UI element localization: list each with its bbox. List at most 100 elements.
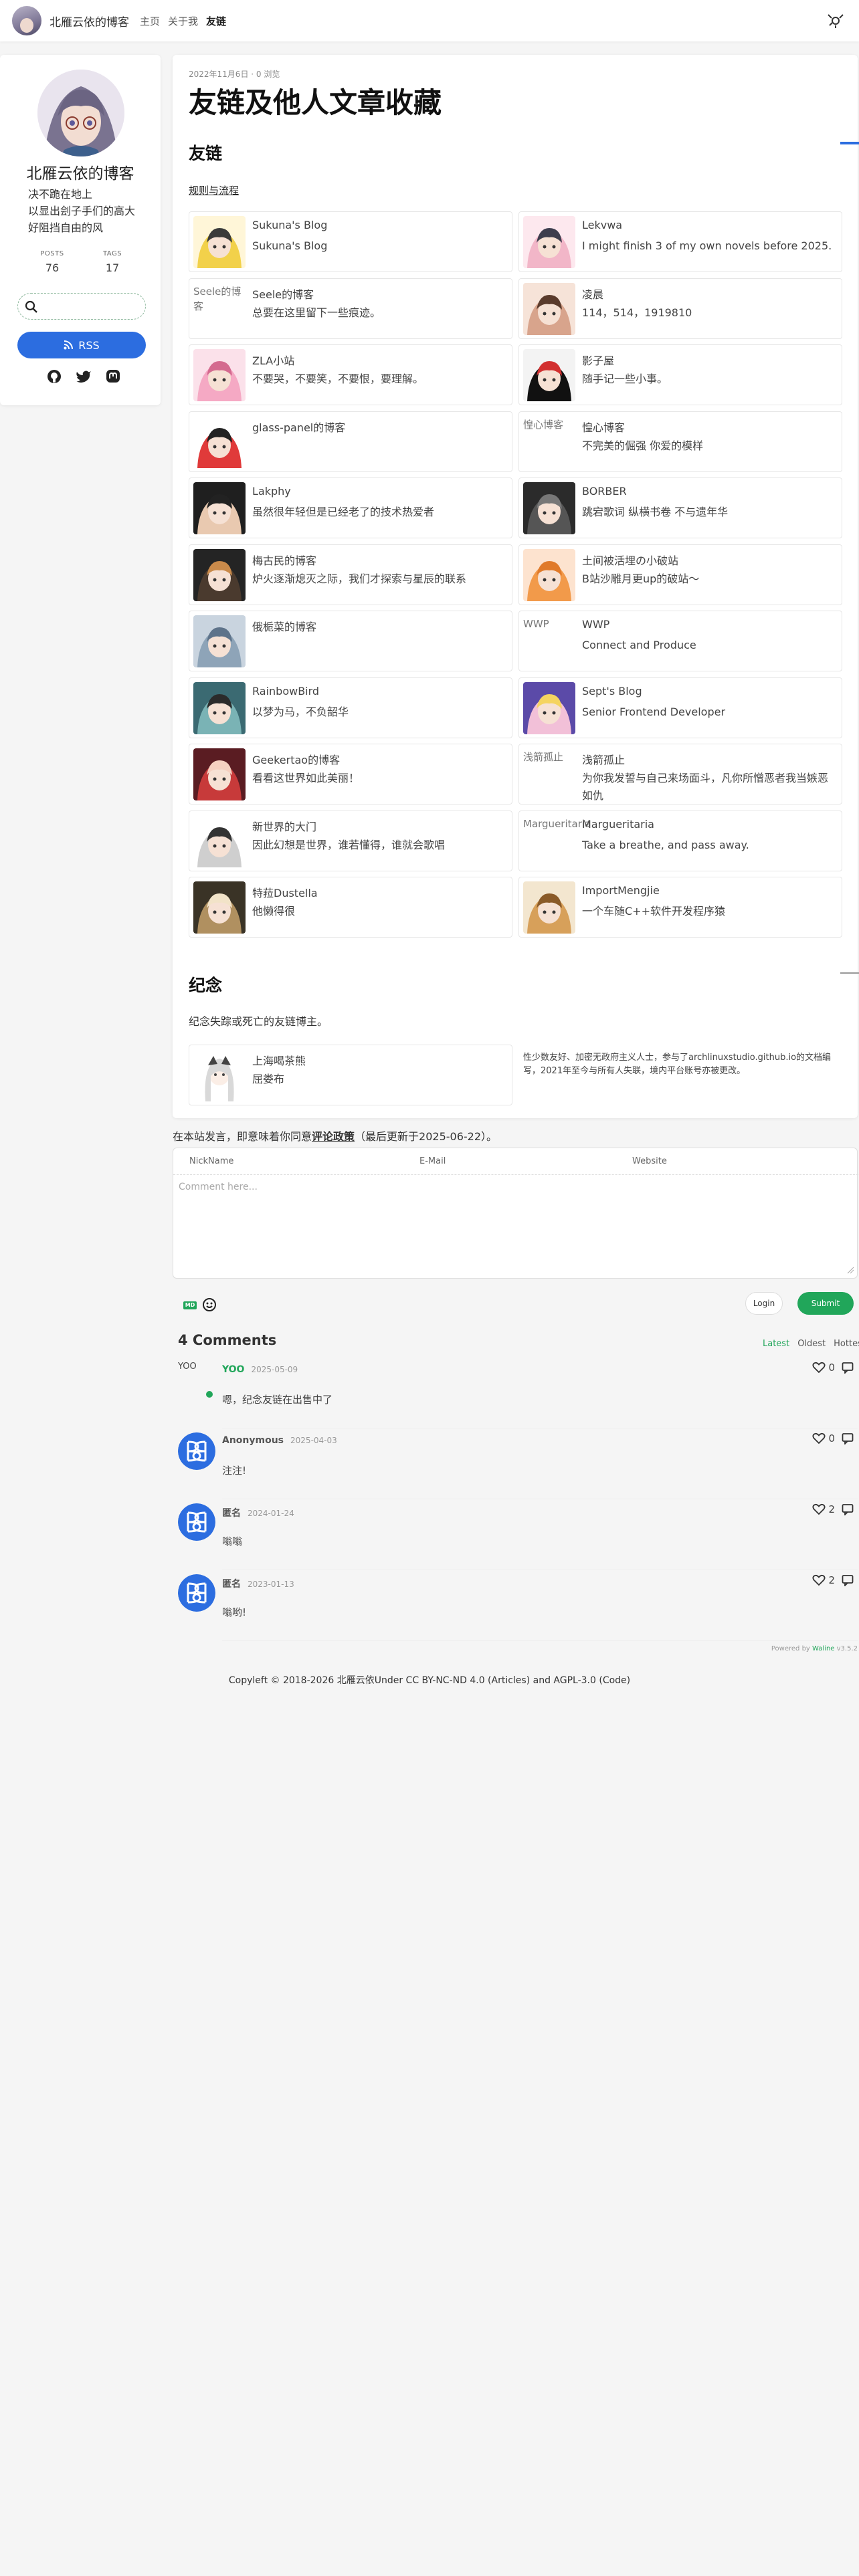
comment-policy-link[interactable]: 评论政策	[312, 1130, 355, 1143]
friend-card[interactable]: 新世界的大门 因此幻想是世界，谁若懂得，谁就会歌唱	[189, 810, 512, 871]
rss-icon	[64, 340, 74, 350]
stat-value: 17	[105, 261, 120, 274]
nav-about[interactable]: 关于我	[168, 14, 198, 28]
sort-oldest[interactable]: Oldest	[797, 1339, 826, 1349]
powered-by: Powered by Waline v3.5.2	[771, 1645, 858, 1652]
comment-author: 匿名 2023-01-13	[222, 1577, 294, 1590]
like-count: 2	[828, 1574, 835, 1586]
friend-desc: 他懒得很	[252, 905, 296, 918]
resize-handle-icon[interactable]	[846, 1266, 854, 1274]
friend-avatar	[193, 216, 246, 268]
memorial-note: 性少数友好、加密无政府主义人士，参与了archlinuxstudio.githu…	[523, 1053, 832, 1076]
like-count: 0	[828, 1362, 835, 1374]
bio-line: 决不跪在地上	[28, 188, 93, 201]
friend-card[interactable]: RainbowBird 以梦为马，不负韶华	[189, 677, 512, 738]
reply-icon[interactable]	[842, 1503, 854, 1515]
login-button[interactable]: Login	[745, 1292, 783, 1315]
stat-posts[interactable]: POSTS 76	[32, 250, 72, 274]
friend-card[interactable]: Seele的博客 Seele的博客 总要在这里留下一些痕迹。	[189, 278, 512, 339]
nav-home[interactable]: 主页	[140, 14, 160, 28]
friend-avatar	[193, 548, 246, 601]
comment-nick[interactable]: 匿名	[222, 1579, 241, 1590]
reply-icon[interactable]	[842, 1362, 854, 1374]
friend-avatar	[523, 681, 575, 734]
friend-desc: 114，514，1919810	[582, 306, 692, 319]
friend-card[interactable]: Sept's Blog Senior Frontend Developer	[518, 677, 842, 738]
comment-editor: NickName E-Mail Website Comment here...	[173, 1148, 858, 1279]
friend-avatar	[193, 881, 246, 934]
like-icon[interactable]	[812, 1362, 826, 1374]
friend-card[interactable]: Geekertao的博客 看看这世界如此美丽！	[189, 744, 512, 804]
comment-nick[interactable]: YOO	[222, 1364, 244, 1375]
friend-card[interactable]: 浅箭孤止 浅箭孤止 为你我发誓与自己来场面斗，凡你所憎恶者我当嫉恶如仇	[518, 744, 842, 804]
email-field[interactable]: E-Mail	[419, 1156, 446, 1166]
reply-icon[interactable]	[842, 1574, 854, 1586]
friend-card[interactable]: Sukuna's Blog Sukuna's Blog	[189, 211, 512, 272]
rules-link[interactable]: 规则与流程	[189, 183, 239, 197]
comment-nick[interactable]: 匿名	[222, 1508, 241, 1519]
friend-card[interactable]: Lekvwa I might finish 3 of my own novels …	[518, 211, 842, 272]
comment-nick[interactable]: Anonymous	[222, 1435, 284, 1446]
friend-name: 新世界的大门	[252, 820, 317, 833]
friend-name: 土间被活埋の小破站	[582, 554, 679, 567]
emoji-icon[interactable]	[202, 1297, 217, 1312]
friend-card[interactable]: 凌晨 114，514，1919810	[518, 278, 842, 339]
friend-avatar	[193, 1049, 246, 1101]
friend-card[interactable]: BORBER 跳宕歌词 纵横书卷 不与遗年华	[518, 477, 842, 538]
friend-card[interactable]: 梅古民的博客 炉火逐渐熄灭之际，我们才探索与星辰的联系	[189, 544, 512, 605]
mastodon-icon[interactable]	[106, 369, 120, 384]
like-icon[interactable]	[812, 1432, 826, 1444]
friend-card[interactable]: 影子屋 随手记一些小事。	[518, 344, 842, 405]
friend-name: 上海喝茶熊	[252, 1055, 306, 1067]
friend-card[interactable]: ImportMengjie 一个车随C++软件开发程序猿	[518, 877, 842, 938]
reply-icon[interactable]	[842, 1432, 854, 1444]
comment-item: YOO YOO 2025-05-09 0 嗯，纪念友链在出售中了	[178, 1362, 858, 1428]
powered-version: v3.5.2	[834, 1645, 858, 1652]
twitter-icon[interactable]	[76, 369, 92, 384]
friend-card[interactable]: 土间被活埋の小破站 B站沙雕月更up的破站～	[518, 544, 842, 605]
theme-toggle-icon[interactable]	[827, 12, 844, 29]
toc-indicator	[840, 972, 859, 974]
comment-item: 匿名 2024-01-24 2 嗡嗡	[178, 1503, 858, 1570]
friend-card[interactable]: 惶心博客 惶心博客 不完美的倔强 你爱的模样	[518, 411, 842, 472]
website-field[interactable]: Website	[632, 1156, 667, 1166]
friend-card[interactable]: ZLA小站 不要哭，不要笑，不要恨，要理解。	[189, 344, 512, 405]
comment-date: 2025-04-03	[290, 1436, 337, 1445]
stat-tags[interactable]: TAGS 17	[92, 250, 132, 274]
waline-link[interactable]: Waline	[812, 1645, 834, 1652]
friend-name: 凌晨	[582, 288, 604, 301]
friend-card[interactable]: 特菈Dustella 他懒得很	[189, 877, 512, 938]
friend-avatar-alt: 惶心博客	[523, 418, 564, 431]
rss-button[interactable]: RSS	[17, 332, 146, 358]
friend-name: glass-panel的博客	[252, 421, 346, 434]
memorial-heading: 纪念	[189, 976, 223, 995]
nickname-field[interactable]: NickName	[189, 1156, 233, 1166]
comment-actions: 2	[812, 1503, 854, 1515]
friend-avatar	[193, 415, 246, 468]
like-icon[interactable]	[812, 1503, 826, 1515]
sort-hottest[interactable]: Hottest	[834, 1339, 859, 1349]
nav-friends[interactable]: 友链	[206, 14, 226, 28]
friend-desc: 炉火逐渐熄灭之际，我们才探索与星辰的联系	[252, 572, 467, 585]
memorial-card[interactable]: 上海喝茶熊 屈娄布	[189, 1045, 512, 1105]
article-card: 2022年11月6日 · 0 浏览 友链及他人文章收藏 友链 规则与流程 Suk…	[173, 55, 858, 1118]
friend-avatar	[523, 349, 575, 401]
friend-card[interactable]: Lakphy 虽然很年轻但是已经老了的技术热爱者	[189, 477, 512, 538]
like-count: 2	[828, 1503, 835, 1515]
like-icon[interactable]	[812, 1574, 826, 1586]
github-icon[interactable]	[47, 369, 62, 384]
comment-textarea[interactable]: Comment here...	[179, 1182, 258, 1192]
search-input[interactable]	[17, 293, 146, 320]
friend-card[interactable]: 俄栀菜的博客	[189, 611, 512, 671]
site-logo-avatar[interactable]	[12, 6, 41, 35]
friend-name: Lakphy	[252, 485, 291, 498]
markdown-icon[interactable]: MD	[183, 1301, 197, 1309]
submit-button[interactable]: Submit	[797, 1292, 854, 1315]
sort-latest[interactable]: Latest	[763, 1339, 789, 1349]
friend-avatar	[523, 482, 575, 534]
friend-card[interactable]: WWP WWP Connect and Produce	[518, 611, 842, 671]
friend-name: WWP	[582, 618, 610, 631]
friend-card[interactable]: Margueritaria Margueritaria Take a breathe…	[518, 810, 842, 871]
friend-card[interactable]: glass-panel的博客	[189, 411, 512, 472]
site-title[interactable]: 北雁云依的博客	[50, 13, 129, 29]
